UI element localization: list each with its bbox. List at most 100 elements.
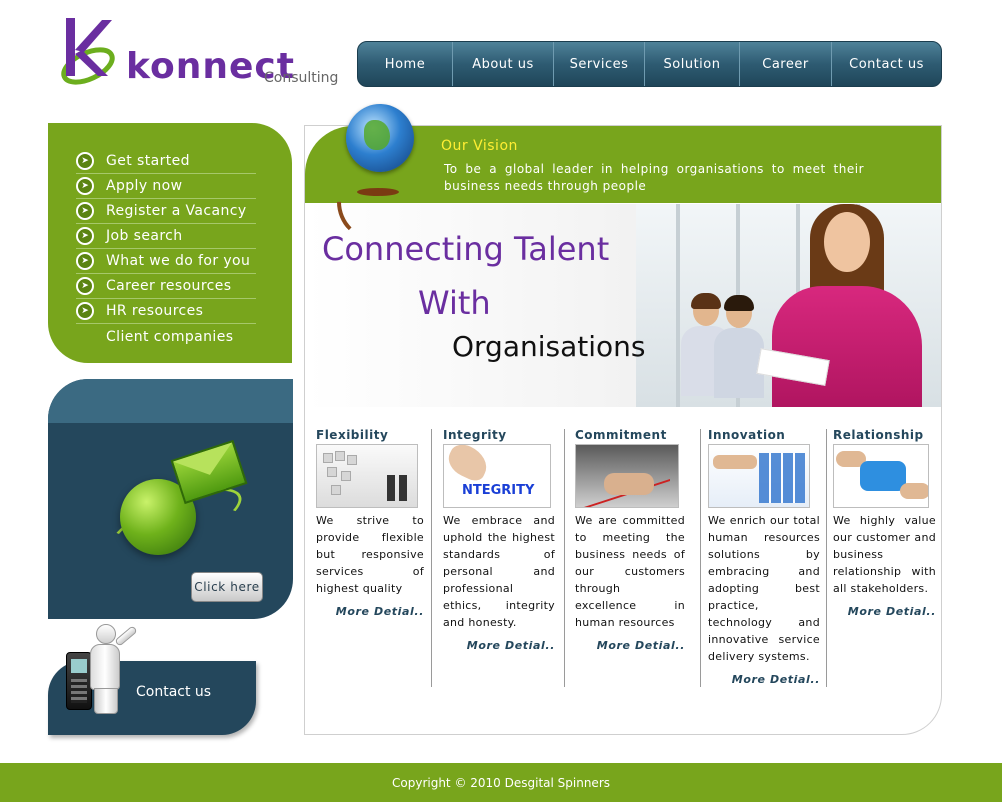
- woman-face: [824, 212, 870, 272]
- value-column-innovation: Innovation We enrich our total human res…: [708, 426, 820, 688]
- stand-base: [357, 188, 399, 196]
- puzzle-piece: [327, 467, 337, 477]
- sidebar-item-label: Get started: [106, 153, 190, 169]
- sidebar-item-apply-now[interactable]: ➤ Apply now: [76, 174, 256, 199]
- vision-title: Our Vision: [441, 138, 518, 154]
- handshake-image: [575, 444, 679, 508]
- nav-career[interactable]: Career: [740, 42, 832, 86]
- puzzle-people-image: [316, 444, 418, 508]
- person-hair: [724, 295, 754, 311]
- sidebar-item-what-we-do[interactable]: ➤ What we do for you: [76, 249, 256, 274]
- value-text: We highly value our customer and busines…: [833, 514, 936, 595]
- more-details-link[interactable]: More Detial..: [316, 605, 424, 618]
- hand-shape: [900, 483, 928, 499]
- value-column-flexibility: Flexibility We strive to provide flexibl…: [316, 426, 424, 688]
- puzzle-piece: [347, 455, 357, 465]
- value-text: We strive to provide flexible but respon…: [316, 514, 424, 595]
- click-here-button[interactable]: Click here: [191, 572, 263, 602]
- puzzle-piece: [341, 471, 351, 481]
- arrow-circle-icon: ➤: [76, 252, 94, 270]
- puzzle-hands-image: [833, 444, 929, 508]
- value-title: Relationship: [833, 428, 924, 442]
- copyright-text: Copyright © 2010 Desgital Spinners: [392, 775, 610, 790]
- contact-us-label: Contact us: [136, 684, 212, 700]
- promo-box-header: [48, 379, 293, 423]
- column-divider: [700, 429, 701, 687]
- value-title: Commitment: [575, 428, 667, 442]
- sidebar-item-career-resources[interactable]: ➤ Career resources: [76, 274, 256, 299]
- column-divider: [826, 429, 827, 687]
- value-text: We enrich our total human resources solu…: [708, 514, 820, 663]
- woman-body: [772, 286, 922, 407]
- column-divider: [564, 429, 565, 687]
- main-content: Our Vision To be a global leader in help…: [304, 125, 942, 735]
- handshake-shape: [604, 473, 654, 495]
- hand-shape: [713, 455, 757, 469]
- email-promo-box: Click here: [48, 379, 293, 619]
- puzzle-piece: [335, 451, 345, 461]
- logo-tagline: Consulting: [264, 70, 339, 86]
- more-details-link[interactable]: More Detial..: [833, 605, 936, 618]
- vision-text: To be a global leader in helping organis…: [444, 162, 864, 193]
- page: konnect Consulting Home About us Service…: [0, 0, 1002, 802]
- value-column-relationship: Relationship We highly value our custome…: [833, 426, 936, 688]
- puzzle-shape: [860, 461, 906, 491]
- arrow-circle-icon: ➤: [76, 277, 94, 295]
- integrity-word: NTEGRITY: [462, 483, 535, 498]
- value-text: We are committed to meeting the business…: [575, 514, 685, 629]
- sidebar-item-job-search[interactable]: ➤ Job search: [76, 224, 256, 249]
- hero-banner: Connecting Talent With Organisations: [306, 204, 941, 407]
- value-title: Innovation: [708, 428, 786, 442]
- hero-line-1: Connecting Talent: [322, 230, 610, 268]
- sidebar-item-label: HR resources: [106, 303, 204, 319]
- nav-services[interactable]: Services: [554, 42, 645, 86]
- sidebar-list: ➤ Get started ➤ Apply now ➤ Register a V…: [76, 149, 256, 349]
- puzzle-piece: [323, 453, 333, 463]
- more-details-link[interactable]: More Detial..: [575, 639, 685, 652]
- innovation-image: [708, 444, 810, 508]
- person-torso: [714, 328, 764, 398]
- sidebar-item-label: Client companies: [106, 328, 234, 345]
- figure-body: [90, 644, 120, 690]
- value-title: Flexibility: [316, 428, 389, 442]
- sidebar-menu: ➤ Get started ➤ Apply now ➤ Register a V…: [48, 123, 292, 363]
- hero-line-2: With: [418, 284, 491, 322]
- sidebar-item-client-companies[interactable]: ➤ Client companies: [76, 324, 256, 349]
- sidebar-item-get-started[interactable]: ➤ Get started: [76, 149, 256, 174]
- cube-shape: [759, 453, 805, 503]
- value-title: Integrity: [443, 428, 507, 442]
- nav-home[interactable]: Home: [358, 42, 453, 86]
- figure-arm: [114, 625, 138, 647]
- arrow-circle-icon: ➤: [76, 302, 94, 320]
- nav-contact-us[interactable]: Contact us: [832, 42, 941, 86]
- hand-shape: [444, 445, 493, 485]
- column-divider: [431, 429, 432, 687]
- person-silhouette: [399, 475, 407, 501]
- sidebar-item-hr-resources[interactable]: ➤ HR resources: [76, 299, 256, 324]
- nav-about-us[interactable]: About us: [453, 42, 554, 86]
- logo[interactable]: konnect Consulting: [58, 16, 338, 96]
- more-details-link[interactable]: More Detial..: [443, 639, 555, 652]
- sidebar-item-label: What we do for you: [106, 253, 251, 269]
- figure-legs: [94, 688, 118, 714]
- sidebar-item-label: Apply now: [106, 178, 183, 194]
- arrow-circle-icon: ➤: [76, 177, 94, 195]
- value-column-commitment: Commitment We are committed to meeting t…: [575, 426, 685, 688]
- arrow-circle-icon: ➤: [76, 202, 94, 220]
- person-figure-icon: [86, 624, 138, 714]
- figure-head: [96, 624, 116, 644]
- footer: Copyright © 2010 Desgital Spinners: [0, 763, 1002, 802]
- sidebar-item-label: Job search: [106, 228, 183, 244]
- puzzle-piece: [331, 485, 341, 495]
- globe-stand: [337, 162, 417, 196]
- smiling-woman-image: [756, 204, 928, 407]
- nav-solution[interactable]: Solution: [645, 42, 740, 86]
- arrow-circle-icon: ➤: [76, 152, 94, 170]
- integrity-image: NTEGRITY: [443, 444, 551, 508]
- sidebar-item-label: Career resources: [106, 278, 232, 294]
- person-silhouette: [387, 475, 395, 501]
- sidebar-item-register-vacancy[interactable]: ➤ Register a Vacancy: [76, 199, 256, 224]
- more-details-link[interactable]: More Detial..: [708, 673, 820, 686]
- sidebar-item-label: Register a Vacancy: [106, 203, 247, 219]
- main-nav: Home About us Services Solution Career C…: [357, 41, 942, 87]
